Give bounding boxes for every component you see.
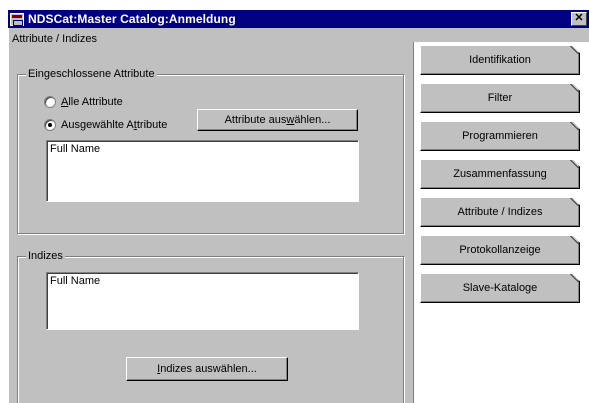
tab-attribute-indizes[interactable]: Attribute / Indizes (420, 197, 580, 227)
indexes-listbox[interactable]: Full Name (46, 272, 359, 330)
attributes-group: Eingeschlossene Attribute Alle Attribute… (17, 67, 404, 234)
radio-selected-attributes-circle[interactable] (44, 119, 56, 131)
select-attributes-button[interactable]: Attribute auswählen... (197, 109, 358, 131)
indexes-group-legend: Indizes (26, 249, 65, 263)
tab-zusammenfassung[interactable]: Zusammenfassung (420, 159, 580, 189)
select-indexes-button[interactable]: Indizes auswählen... (126, 357, 288, 381)
attributes-group-legend: Eingeschlossene Attribute (26, 67, 157, 81)
tab-slave-kataloge[interactable]: Slave-Kataloge (420, 273, 580, 303)
tab-filter[interactable]: Filter (420, 83, 580, 113)
tab-protokollanzeige[interactable]: Protokollanzeige (420, 235, 580, 265)
title-bar: NDSCat:Master Catalog:Anmeldung ✕ (8, 10, 589, 28)
indexes-group: Indizes Full Name Indizes auswählen... (17, 249, 404, 403)
list-item[interactable]: Full Name (50, 143, 355, 155)
tab-identifikation[interactable]: Identifikation (420, 45, 580, 75)
breadcrumb: Attribute / Indizes (12, 33, 97, 45)
radio-all-attributes[interactable]: Alle Attribute (44, 96, 123, 108)
list-item[interactable]: Full Name (50, 275, 355, 287)
radio-all-attributes-label: Alle Attribute (61, 96, 123, 108)
tab-programmieren[interactable]: Programmieren (420, 121, 580, 151)
radio-selected-attributes[interactable]: Ausgewählte Attribute (44, 119, 167, 131)
radio-selected-attributes-label: Ausgewählte Attribute (61, 119, 168, 131)
dialog-window: Attribute / Indizes Eingeschlossene Attr… (8, 28, 589, 403)
radio-all-attributes-circle[interactable] (44, 96, 56, 108)
close-button[interactable]: ✕ (571, 12, 587, 26)
window-title: NDSCat:Master Catalog:Anmeldung (28, 12, 236, 26)
app-icon (10, 12, 24, 26)
tab-panel: Identifikation Filter Programmieren Zusa… (413, 42, 589, 403)
attributes-listbox[interactable]: Full Name (46, 140, 359, 202)
